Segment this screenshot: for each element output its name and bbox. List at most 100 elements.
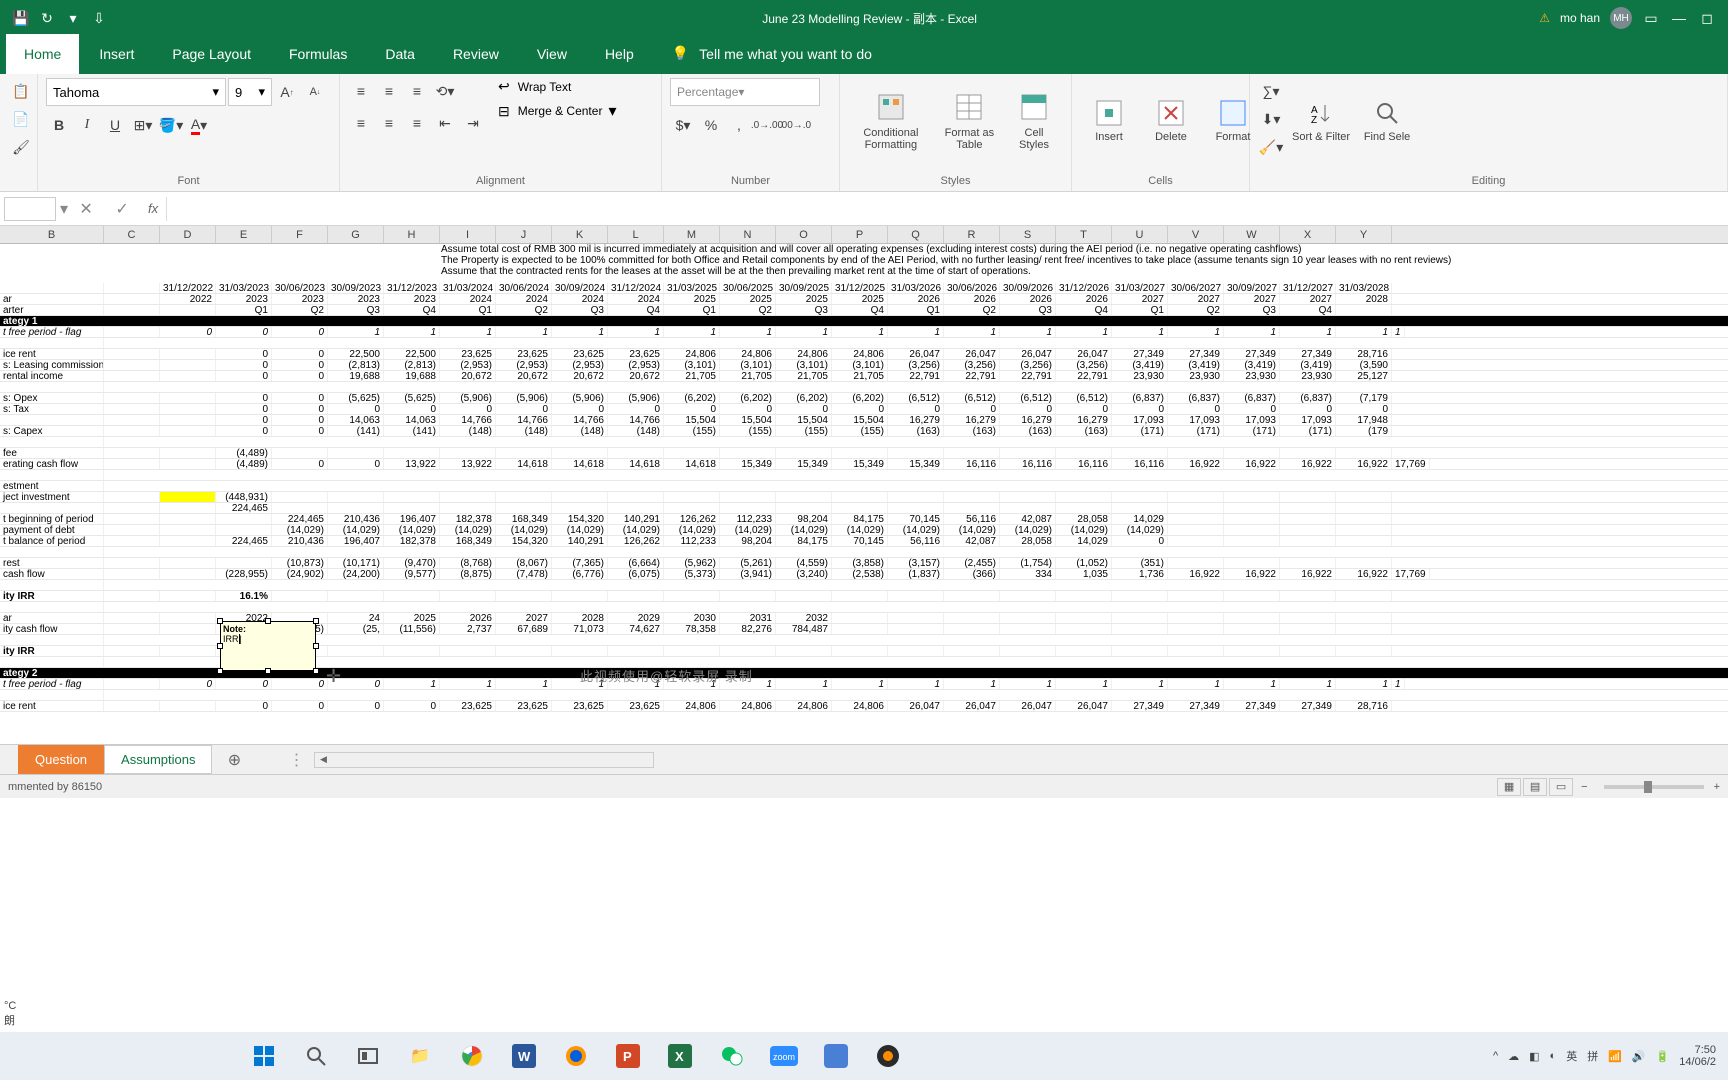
align-bottom-icon[interactable]: ≡ xyxy=(404,78,430,104)
qa-more-icon[interactable]: ⇩ xyxy=(90,9,108,27)
delete-cells-button[interactable]: Delete xyxy=(1142,78,1200,164)
format-painter-icon[interactable]: 🖌 xyxy=(8,134,34,160)
table-row[interactable]: ategy 1 xyxy=(0,316,1728,327)
column-header[interactable]: O xyxy=(776,226,832,243)
column-header[interactable]: U xyxy=(1112,226,1168,243)
column-header[interactable]: L xyxy=(608,226,664,243)
column-header[interactable]: T xyxy=(1056,226,1112,243)
tab-insert[interactable]: Insert xyxy=(81,34,152,74)
fill-icon[interactable]: ⬇▾ xyxy=(1258,106,1284,132)
italic-button[interactable]: I xyxy=(74,112,100,138)
name-box[interactable] xyxy=(4,197,56,221)
insert-cells-button[interactable]: Insert xyxy=(1080,78,1138,164)
clear-icon[interactable]: 🧹▾ xyxy=(1258,134,1284,160)
table-row[interactable]: payment of debt(14,029)(14,029)(14,029)(… xyxy=(0,525,1728,536)
fx-icon[interactable]: fx xyxy=(140,201,166,216)
comment-popup[interactable]: Note: IRR| xyxy=(220,621,316,671)
merge-center-button[interactable]: ⊟ Merge & Center ▾ xyxy=(498,101,616,121)
table-row[interactable]: 0014,06314,06314,76614,76614,76614,76615… xyxy=(0,415,1728,426)
enter-formula-icon[interactable]: ✓ xyxy=(104,199,140,219)
alert-icon[interactable]: ⚠ xyxy=(1539,11,1550,25)
conditional-formatting-button[interactable]: Conditional Formatting xyxy=(848,78,934,164)
qa-dropdown-icon[interactable]: ▾ xyxy=(64,9,82,27)
table-row[interactable]: ice rent0022,50022,50023,62523,62523,625… xyxy=(0,349,1728,360)
sheet-tab-assumptions[interactable]: Assumptions xyxy=(104,745,212,774)
table-row[interactable]: s: Tax000000000000000000000 xyxy=(0,404,1728,415)
normal-view-icon[interactable]: ▦ xyxy=(1497,778,1521,796)
wechat-icon[interactable] xyxy=(712,1036,752,1076)
weather-widget[interactable]: °C 朗 xyxy=(4,1000,16,1028)
name-box-dropdown-icon[interactable]: ▾ xyxy=(60,199,68,219)
app-icon-1[interactable] xyxy=(816,1036,856,1076)
volume-icon[interactable]: 🔊 xyxy=(1632,1050,1646,1063)
font-size-select[interactable]: 9▾ xyxy=(228,78,272,106)
percent-format-icon[interactable]: % xyxy=(698,112,724,138)
column-header[interactable]: Y xyxy=(1336,226,1392,243)
recorder-icon[interactable] xyxy=(868,1036,908,1076)
decrease-decimal-icon[interactable]: .00→.0 xyxy=(782,112,808,138)
table-row[interactable] xyxy=(0,690,1728,701)
column-header[interactable]: I xyxy=(440,226,496,243)
minimize-icon[interactable]: — xyxy=(1670,9,1688,27)
find-select-button[interactable]: Find Sele xyxy=(1358,78,1416,164)
table-row[interactable]: s: Capex00(141)(141)(148)(148)(148)(148)… xyxy=(0,426,1728,437)
chrome-icon[interactable] xyxy=(452,1036,492,1076)
add-sheet-button[interactable]: ⊕ xyxy=(220,746,248,774)
column-header[interactable]: H xyxy=(384,226,440,243)
table-row[interactable]: fee(4,489) xyxy=(0,448,1728,459)
table-row[interactable]: cash flow(228,955)(24,902)(24,200)(9,577… xyxy=(0,569,1728,580)
table-row[interactable] xyxy=(0,338,1728,349)
cell-styles-button[interactable]: Cell Styles xyxy=(1005,78,1063,164)
align-top-icon[interactable]: ≡ xyxy=(348,78,374,104)
table-row[interactable]: rental income0019,68819,68820,67220,6722… xyxy=(0,371,1728,382)
zoom-slider[interactable] xyxy=(1604,785,1704,789)
align-right-icon[interactable]: ≡ xyxy=(404,110,430,136)
maximize-icon[interactable]: ◻ xyxy=(1698,9,1716,27)
onedrive-icon[interactable]: ☁ xyxy=(1508,1050,1519,1063)
sheet-tab-question[interactable]: Question xyxy=(18,745,104,774)
align-middle-icon[interactable]: ≡ xyxy=(376,78,402,104)
format-as-table-button[interactable]: Format as Table xyxy=(938,78,1001,164)
table-row[interactable]: t balance of period224,465210,436196,407… xyxy=(0,536,1728,547)
firefox-icon[interactable] xyxy=(556,1036,596,1076)
copy-icon[interactable]: 📄 xyxy=(8,106,34,132)
autosum-icon[interactable]: ∑▾ xyxy=(1258,78,1284,104)
font-color-button[interactable]: A▾ xyxy=(186,112,212,138)
cancel-formula-icon[interactable]: ✕ xyxy=(68,199,104,219)
ime-mode[interactable]: 拼 xyxy=(1587,1048,1598,1064)
table-row[interactable]: t free period - flag00011111111111111111… xyxy=(0,327,1728,338)
column-header[interactable]: D xyxy=(160,226,216,243)
table-row[interactable]: ject investment(448,931) xyxy=(0,492,1728,503)
decrease-indent-icon[interactable]: ⇤ xyxy=(432,110,458,136)
tell-me[interactable]: 💡 Tell me what you want to do xyxy=(654,33,890,74)
table-row[interactable]: ity IRR16.1% xyxy=(0,591,1728,602)
sort-filter-button[interactable]: AZ Sort & Filter xyxy=(1288,78,1354,164)
tray-overflow-icon[interactable]: ^ xyxy=(1493,1050,1498,1062)
table-row[interactable] xyxy=(0,580,1728,591)
column-header[interactable]: P xyxy=(832,226,888,243)
clock-date[interactable]: 14/06/2 xyxy=(1679,1056,1716,1068)
wrap-text-button[interactable]: ↩ Wrap Text xyxy=(498,78,616,95)
formula-input[interactable] xyxy=(166,197,1728,221)
table-row[interactable] xyxy=(0,437,1728,448)
table-row[interactable] xyxy=(0,547,1728,558)
column-header[interactable]: S xyxy=(1000,226,1056,243)
search-icon[interactable] xyxy=(296,1036,336,1076)
task-view-icon[interactable] xyxy=(348,1036,388,1076)
column-header[interactable]: K xyxy=(552,226,608,243)
table-row[interactable]: 224,465 xyxy=(0,503,1728,514)
ribbon-display-icon[interactable]: ▭ xyxy=(1642,9,1660,27)
table-row[interactable]: estment xyxy=(0,481,1728,492)
scroll-left-icon[interactable]: ◀ xyxy=(315,753,331,767)
page-break-view-icon[interactable]: ▭ xyxy=(1549,778,1573,796)
table-row[interactable] xyxy=(0,470,1728,481)
number-format-select[interactable]: Percentage▾ xyxy=(670,78,820,106)
column-header[interactable]: J xyxy=(496,226,552,243)
battery-icon[interactable]: 🔋 xyxy=(1656,1050,1670,1063)
column-header[interactable]: F xyxy=(272,226,328,243)
bold-button[interactable]: B xyxy=(46,112,72,138)
decrease-font-icon[interactable]: A↓ xyxy=(302,79,328,105)
zoom-icon[interactable]: zoom xyxy=(764,1036,804,1076)
column-header[interactable]: G xyxy=(328,226,384,243)
tray-icon-2[interactable]: ◐ xyxy=(1550,1050,1557,1062)
